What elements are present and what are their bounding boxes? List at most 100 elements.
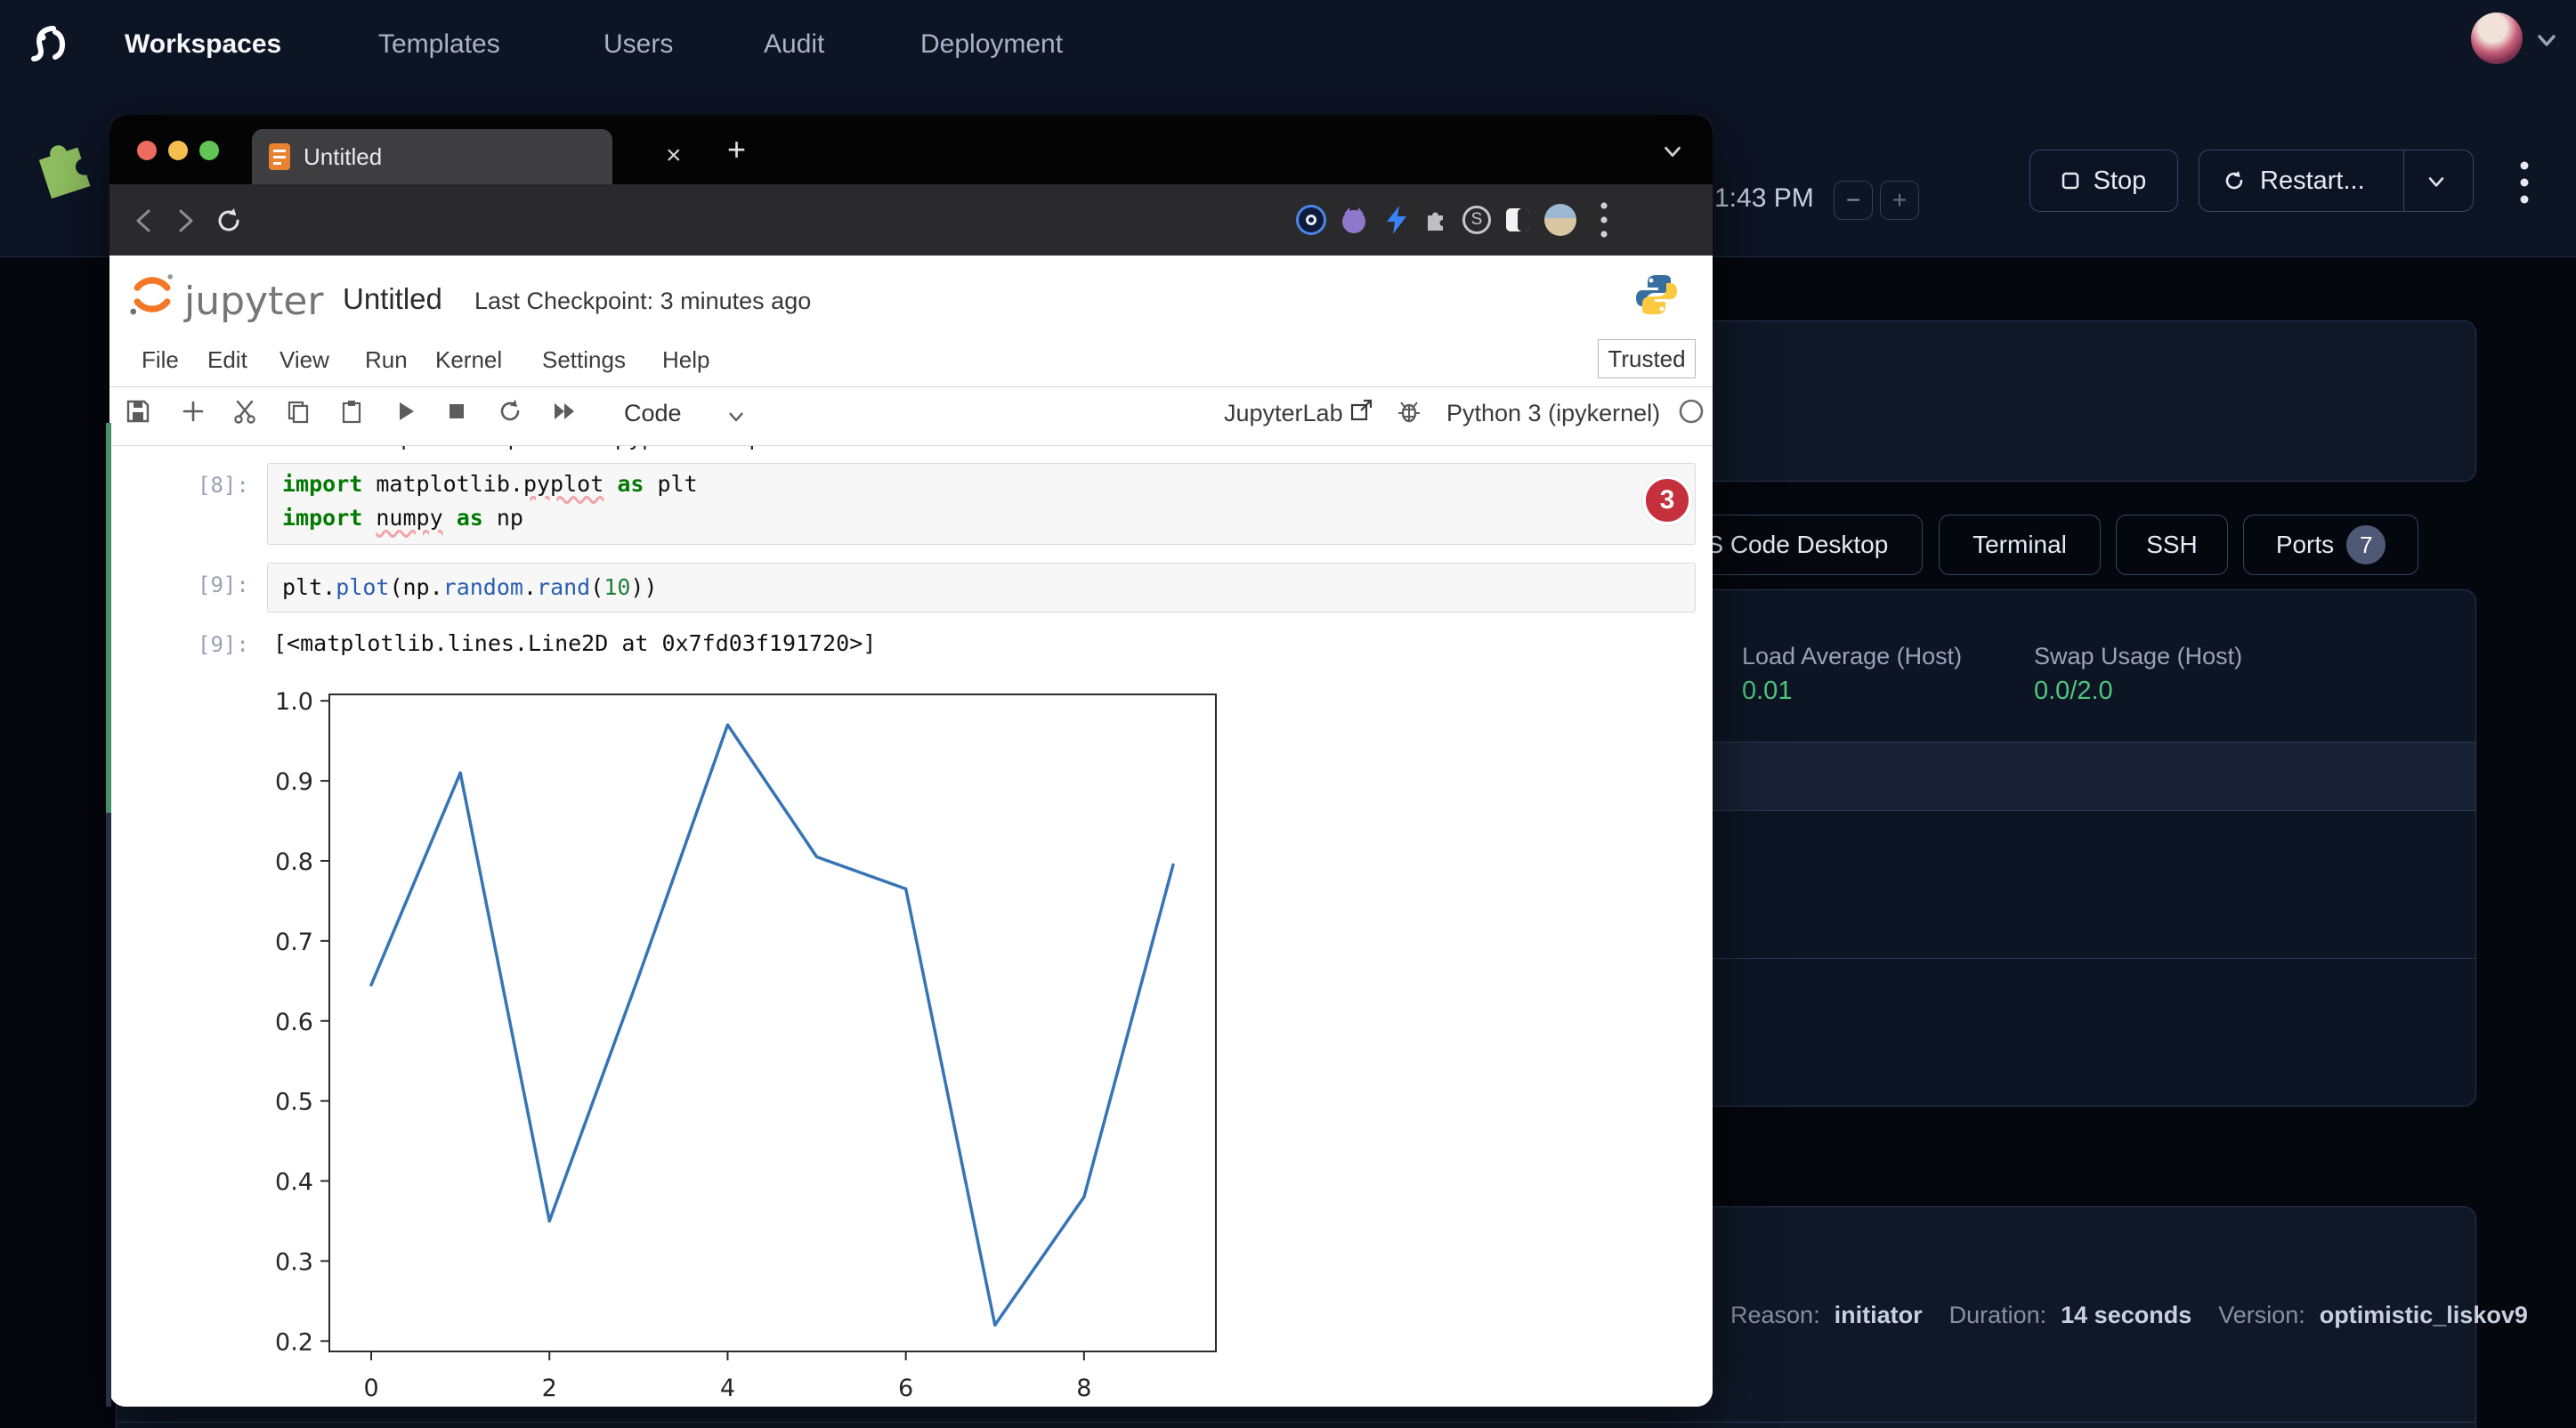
svg-text:2: 2 xyxy=(542,1375,557,1399)
notification-badge[interactable]: 3 xyxy=(1642,475,1692,525)
menu-view[interactable]: View xyxy=(279,346,329,374)
back-icon[interactable] xyxy=(131,207,158,234)
tab-favicon xyxy=(268,142,291,171)
restart-options-chevron-icon[interactable] xyxy=(2425,170,2448,193)
restart-run-all-icon[interactable] xyxy=(552,399,577,424)
darkreader-icon[interactable] xyxy=(1502,204,1534,236)
copy-icon[interactable] xyxy=(286,399,311,424)
notebook-content[interactable]: import matplotlib.pyplot as plt [8]: imp… xyxy=(109,446,1713,1407)
output-text: [<matplotlib.lines.Line2D at 0x7fd03f191… xyxy=(273,630,876,656)
scrolled-out-line: import matplotlib.pyplot as plt xyxy=(267,446,1335,452)
app-terminal[interactable]: Terminal xyxy=(1939,515,2101,575)
cell-type-chevron-icon[interactable] xyxy=(725,406,747,427)
jupyter-toolbar: Code JupyterLab Python 3 (ipykernel) xyxy=(109,387,1713,446)
notebook-title[interactable]: Untitled xyxy=(343,282,442,316)
extensions-puzzle-icon[interactable] xyxy=(1420,204,1452,236)
jupyter-header: jupyter Untitled Last Checkpoint: 3 minu… xyxy=(109,256,1713,334)
coder-logo[interactable] xyxy=(20,20,69,69)
output-prompt: [9]: xyxy=(198,632,249,657)
browser-tab[interactable]: Untitled × xyxy=(252,129,612,184)
cell-type-select[interactable]: Code xyxy=(624,400,682,427)
bolt-icon[interactable] xyxy=(1381,204,1413,236)
svg-text:0.4: 0.4 xyxy=(275,1169,313,1197)
plot-svg: 024680.20.30.40.50.60.70.80.91.0 xyxy=(198,660,1311,1399)
svg-text:6: 6 xyxy=(898,1375,913,1399)
menu-run[interactable]: Run xyxy=(365,346,408,374)
restart-button[interactable]: Restart... xyxy=(2199,150,2474,212)
menu-help[interactable]: Help xyxy=(662,346,709,374)
user-avatar[interactable] xyxy=(2471,12,2523,64)
svg-text:0.7: 0.7 xyxy=(275,929,313,956)
traffic-light-zoom[interactable] xyxy=(199,141,219,160)
onepassword-icon[interactable] xyxy=(1295,204,1327,236)
save-icon[interactable] xyxy=(126,399,150,424)
profile-avatar[interactable] xyxy=(1544,204,1576,236)
github-cat-icon[interactable] xyxy=(1338,204,1370,236)
reason-value: initiator xyxy=(1835,1302,1923,1329)
load-average-label: Load Average (Host) xyxy=(1742,643,1962,670)
vscode-label: VS Code Desktop xyxy=(1690,531,1889,559)
browser-toolbar: 5555--main--test--matifali.atif.cdr.dev … xyxy=(109,184,1713,256)
reason-label: Reason: xyxy=(1730,1302,1820,1329)
svg-text:4: 4 xyxy=(720,1375,735,1399)
restart-kernel-icon[interactable] xyxy=(498,399,522,424)
swap-usage-label: Swap Usage (Host) xyxy=(2034,643,2242,670)
nav-users[interactable]: Users xyxy=(603,29,673,60)
close-tab-icon[interactable]: × xyxy=(666,141,682,171)
nav-workspaces[interactable]: Workspaces xyxy=(125,29,281,60)
cell-indicator-track xyxy=(106,813,111,1407)
kernel-status-icon[interactable] xyxy=(1678,398,1705,425)
code-cell-9[interactable]: plt.plot(np.random.rand(10)) xyxy=(267,563,1696,613)
svg-text:8: 8 xyxy=(1076,1375,1091,1399)
stop-icon xyxy=(2062,172,2079,190)
svg-text:0.8: 0.8 xyxy=(275,848,313,876)
load-average-value: 0.01 xyxy=(1742,677,1792,706)
traffic-light-close[interactable] xyxy=(137,141,157,160)
menu-kernel[interactable]: Kernel xyxy=(435,346,502,374)
menu-settings[interactable]: Settings xyxy=(542,346,626,374)
restart-icon xyxy=(2223,169,2246,192)
schedule-plus-button[interactable]: + xyxy=(1880,181,1919,220)
code-cell-8[interactable]: import matplotlib.pyplot as pltimport nu… xyxy=(267,463,1696,545)
schedule-minus-button[interactable]: − xyxy=(1834,181,1873,220)
swap-usage-value: 0.0/2.0 xyxy=(2034,677,2113,706)
build-panel-divider xyxy=(117,1422,2475,1423)
restart-split-divider xyxy=(2403,150,2404,211)
reload-icon[interactable] xyxy=(215,207,243,235)
stylus-icon[interactable]: S xyxy=(1461,204,1493,236)
paste-icon[interactable] xyxy=(339,399,364,424)
external-link-icon[interactable] xyxy=(1349,399,1373,422)
chevron-down-icon[interactable] xyxy=(2533,27,2560,53)
svg-text:0.9: 0.9 xyxy=(275,768,313,796)
app-ports[interactable]: Ports 7 xyxy=(2243,515,2418,575)
browser-window: Untitled × + 5555--main--test--matifali.… xyxy=(109,115,1713,1407)
new-tab-icon[interactable]: + xyxy=(727,131,746,168)
debug-icon[interactable] xyxy=(1397,398,1422,425)
cut-icon[interactable] xyxy=(232,399,257,424)
forward-icon[interactable] xyxy=(172,207,198,234)
traffic-light-minimize[interactable] xyxy=(168,141,188,160)
jupyterlab-link[interactable]: JupyterLab xyxy=(1224,400,1343,427)
jupyter-brand: jupyter xyxy=(184,279,324,324)
interrupt-kernel-icon[interactable] xyxy=(444,399,469,424)
tab-list-chevron-icon[interactable] xyxy=(1660,139,1685,164)
trusted-button[interactable]: Trusted xyxy=(1598,339,1696,378)
browser-menu-icon[interactable] xyxy=(1594,198,1614,242)
terminal-label: Terminal xyxy=(1973,531,2067,559)
duration-value: 14 seconds xyxy=(2061,1302,2191,1329)
svg-text:1.0: 1.0 xyxy=(275,688,313,716)
app-ssh[interactable]: SSH xyxy=(2116,515,2228,575)
nav-templates[interactable]: Templates xyxy=(378,29,500,60)
menu-file[interactable]: File xyxy=(142,346,179,374)
nav-deployment[interactable]: Deployment xyxy=(920,29,1063,60)
version-value[interactable]: optimistic_liskov9 xyxy=(2320,1302,2528,1329)
svg-text:0: 0 xyxy=(363,1375,378,1399)
run-icon[interactable] xyxy=(393,399,417,424)
add-cell-icon[interactable] xyxy=(181,399,206,424)
kebab-menu-icon[interactable] xyxy=(2512,158,2537,207)
jupyter-menubar: File Edit View Run Kernel Settings Help … xyxy=(109,334,1713,387)
nav-audit[interactable]: Audit xyxy=(764,29,824,60)
menu-edit[interactable]: Edit xyxy=(207,346,247,374)
stop-button[interactable]: Stop xyxy=(2029,150,2178,212)
kernel-name[interactable]: Python 3 (ipykernel) xyxy=(1446,400,1660,427)
